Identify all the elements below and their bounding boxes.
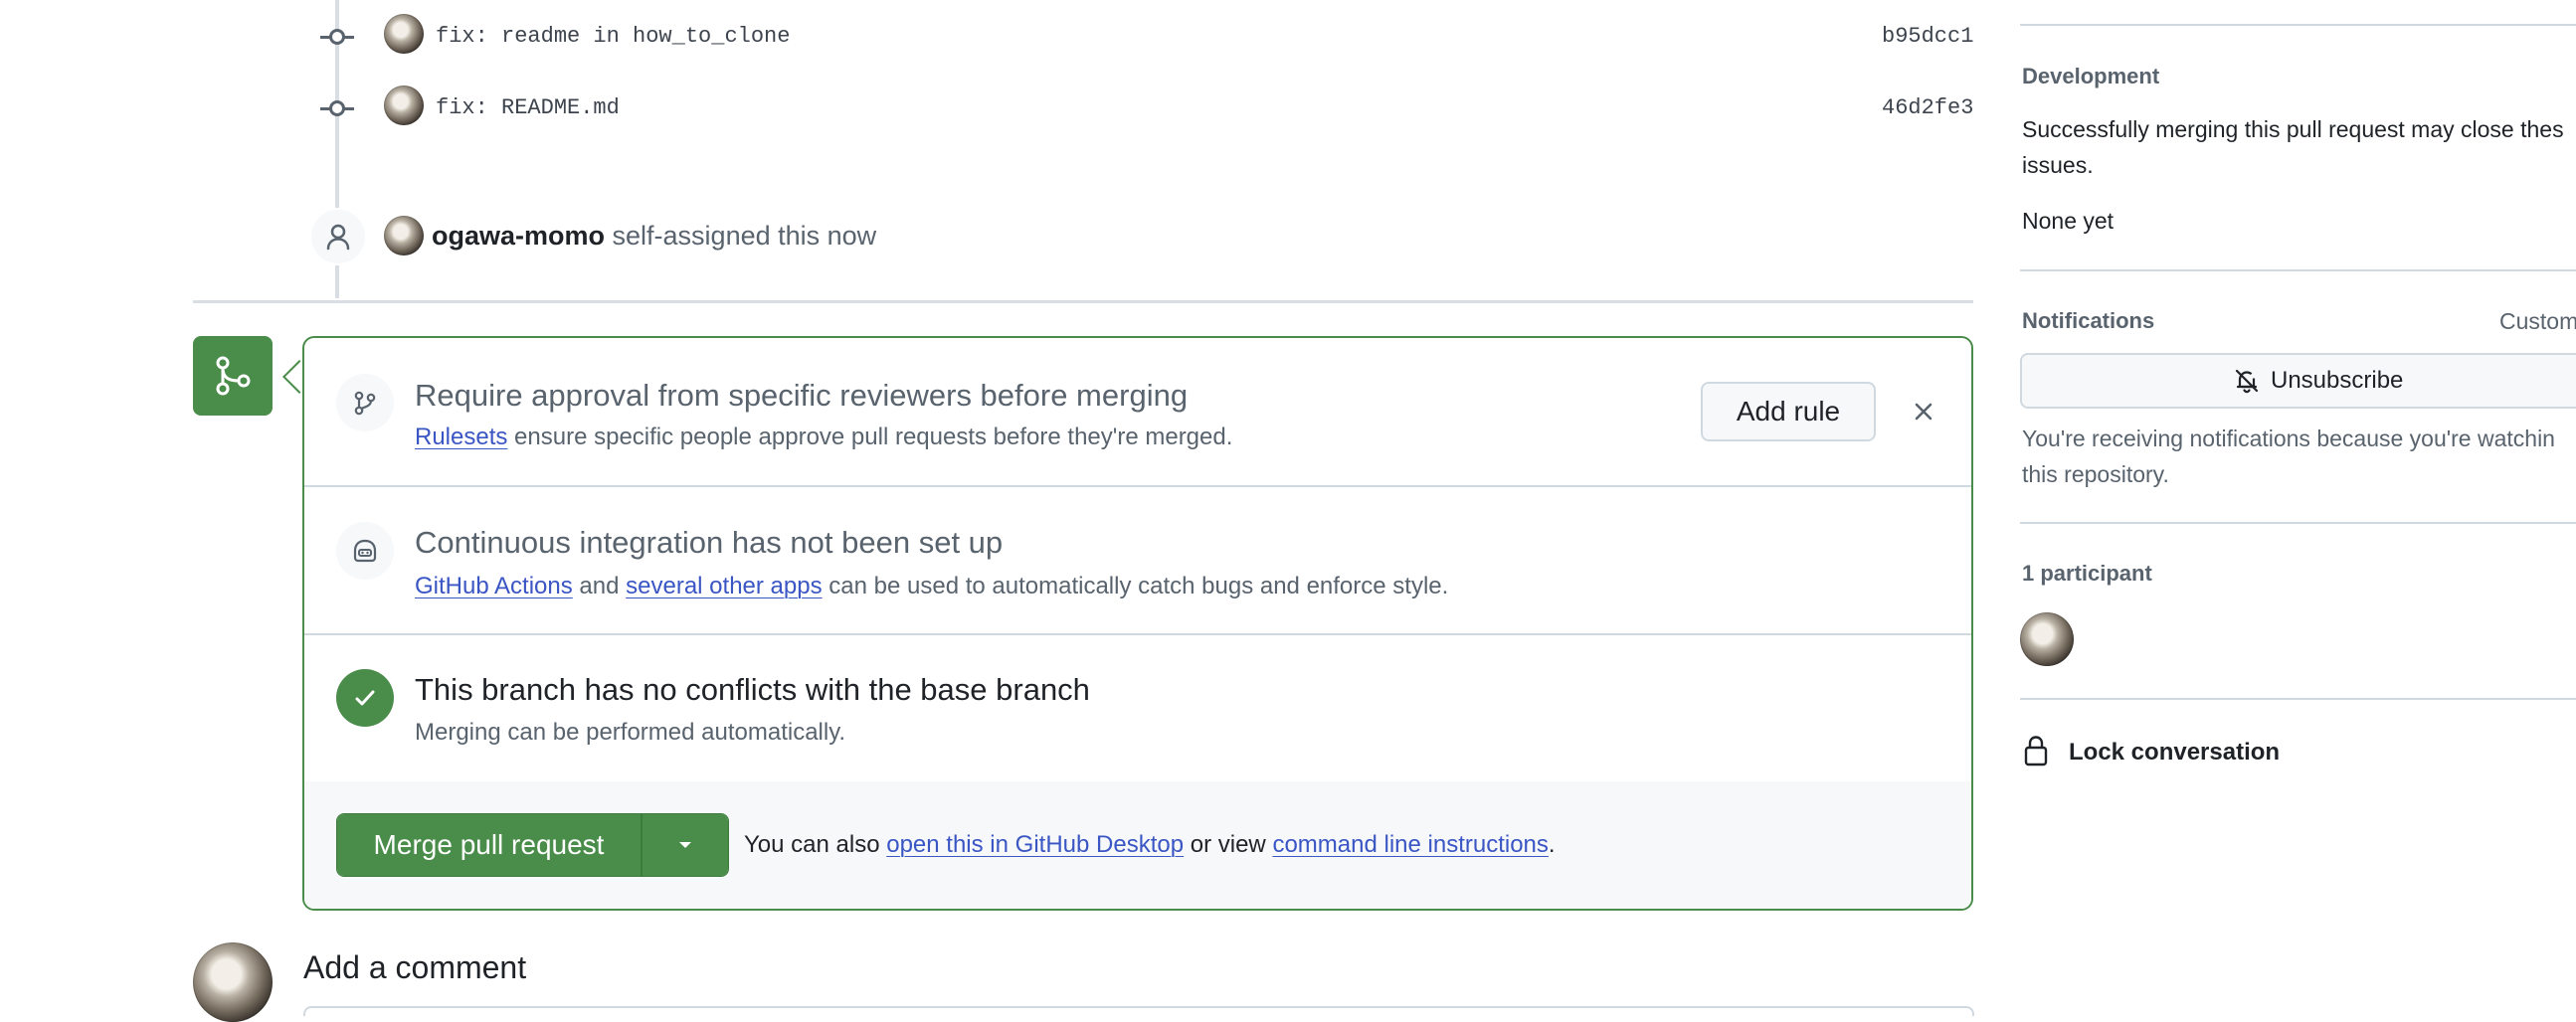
comment-editor[interactable] <box>303 1006 1974 1016</box>
rulesets-section: Require approval from specific reviewers… <box>304 338 1971 487</box>
ci-and-text: and <box>579 573 620 599</box>
assign-event: ogawa-momo self-assigned this now <box>432 221 876 252</box>
rulesets-link[interactable]: Rulesets <box>415 424 507 450</box>
timeline-divider <box>193 300 1973 303</box>
github-desktop-link[interactable]: open this in GitHub Desktop <box>886 831 1184 858</box>
participant-avatar[interactable] <box>2020 612 2074 666</box>
rulesets-title: Require approval from specific reviewers… <box>415 378 1189 413</box>
ci-description: GitHub Actions and several other apps ca… <box>415 573 1448 600</box>
participants-heading: 1 participant <box>2022 561 2152 586</box>
github-actions-link[interactable]: GitHub Actions <box>415 573 573 599</box>
conflicts-section: This branch has no conflicts with the ba… <box>304 635 1971 783</box>
unsubscribe-button[interactable]: Unsubscribe <box>2020 353 2576 409</box>
merge-box: Require approval from specific reviewers… <box>302 336 1973 911</box>
current-user-avatar[interactable] <box>193 942 273 1022</box>
add-comment-heading: Add a comment <box>303 949 527 985</box>
development-none: None yet <box>2022 208 2115 234</box>
avatar[interactable] <box>384 216 424 256</box>
bell-slash-icon <box>2235 369 2259 394</box>
git-merge-icon <box>193 336 273 416</box>
git-commit-icon <box>329 29 345 45</box>
conflicts-description: Merging can be performed automatically. <box>415 719 846 746</box>
merge-alternatives: You can also open this in GitHub Desktop… <box>744 831 1556 859</box>
other-apps-link[interactable]: several other apps <box>626 573 822 599</box>
person-icon <box>309 208 367 265</box>
merge-options-dropdown[interactable] <box>641 814 728 876</box>
merge-pull-request-button[interactable]: Merge pull request <box>337 814 641 876</box>
git-commit-icon <box>329 100 345 116</box>
footer-suffix: . <box>1548 831 1556 858</box>
rulesets-text: ensure specific people approve pull requ… <box>514 424 1233 450</box>
git-branch-icon <box>336 374 394 431</box>
lock-icon <box>2020 734 2060 767</box>
ci-text: can be used to automatically catch bugs … <box>828 573 1449 599</box>
close-icon[interactable] <box>1904 392 1943 431</box>
sidebar-divider <box>2020 24 2576 26</box>
footer-middle: or view <box>1190 831 1266 858</box>
development-text: Successfully merging this pull request m… <box>2022 116 2564 142</box>
sidebar-divider <box>2020 269 2576 271</box>
commit-message[interactable]: fix: README.md <box>436 95 620 120</box>
footer-prefix: You can also <box>744 831 880 858</box>
check-circle-icon <box>336 669 394 727</box>
command-line-link[interactable]: command line instructions <box>1272 831 1548 858</box>
notification-reason: You're receiving notifications because y… <box>2022 426 2555 451</box>
merge-footer: Merge pull request You can also open thi… <box>304 781 1971 909</box>
sidebar-divider <box>2020 698 2576 700</box>
notifications-heading: Notifications <box>2022 308 2155 333</box>
event-text: self-assigned this now <box>612 221 877 251</box>
customize-link[interactable]: Custom <box>2499 308 2576 335</box>
username-link[interactable]: ogawa-momo <box>432 221 605 251</box>
rulesets-description: Rulesets ensure specific people approve … <box>415 424 1232 451</box>
development-text: issues. <box>2022 152 2094 178</box>
ci-title: Continuous integration has not been set … <box>415 525 1004 560</box>
merge-button-group: Merge pull request <box>336 813 729 877</box>
unsubscribe-label: Unsubscribe <box>2271 367 2404 394</box>
ci-section: Continuous integration has not been set … <box>304 487 1971 635</box>
conflicts-title: This branch has no conflicts with the ba… <box>415 672 1090 707</box>
lock-conversation-link[interactable]: Lock conversation <box>2069 739 2280 766</box>
triangle-down-icon <box>679 842 691 848</box>
ci-robot-icon <box>336 522 394 580</box>
avatar[interactable] <box>384 14 424 54</box>
notification-reason: this repository. <box>2022 461 2169 487</box>
commit-sha[interactable]: 46d2fe3 <box>1882 95 1973 120</box>
avatar[interactable] <box>384 85 424 125</box>
sidebar-divider <box>2020 522 2576 524</box>
add-rule-button[interactable]: Add rule <box>1701 382 1876 441</box>
commit-message[interactable]: fix: readme in how_to_clone <box>436 24 790 49</box>
development-heading[interactable]: Development <box>2022 64 2159 89</box>
commit-sha[interactable]: b95dcc1 <box>1882 24 1973 49</box>
